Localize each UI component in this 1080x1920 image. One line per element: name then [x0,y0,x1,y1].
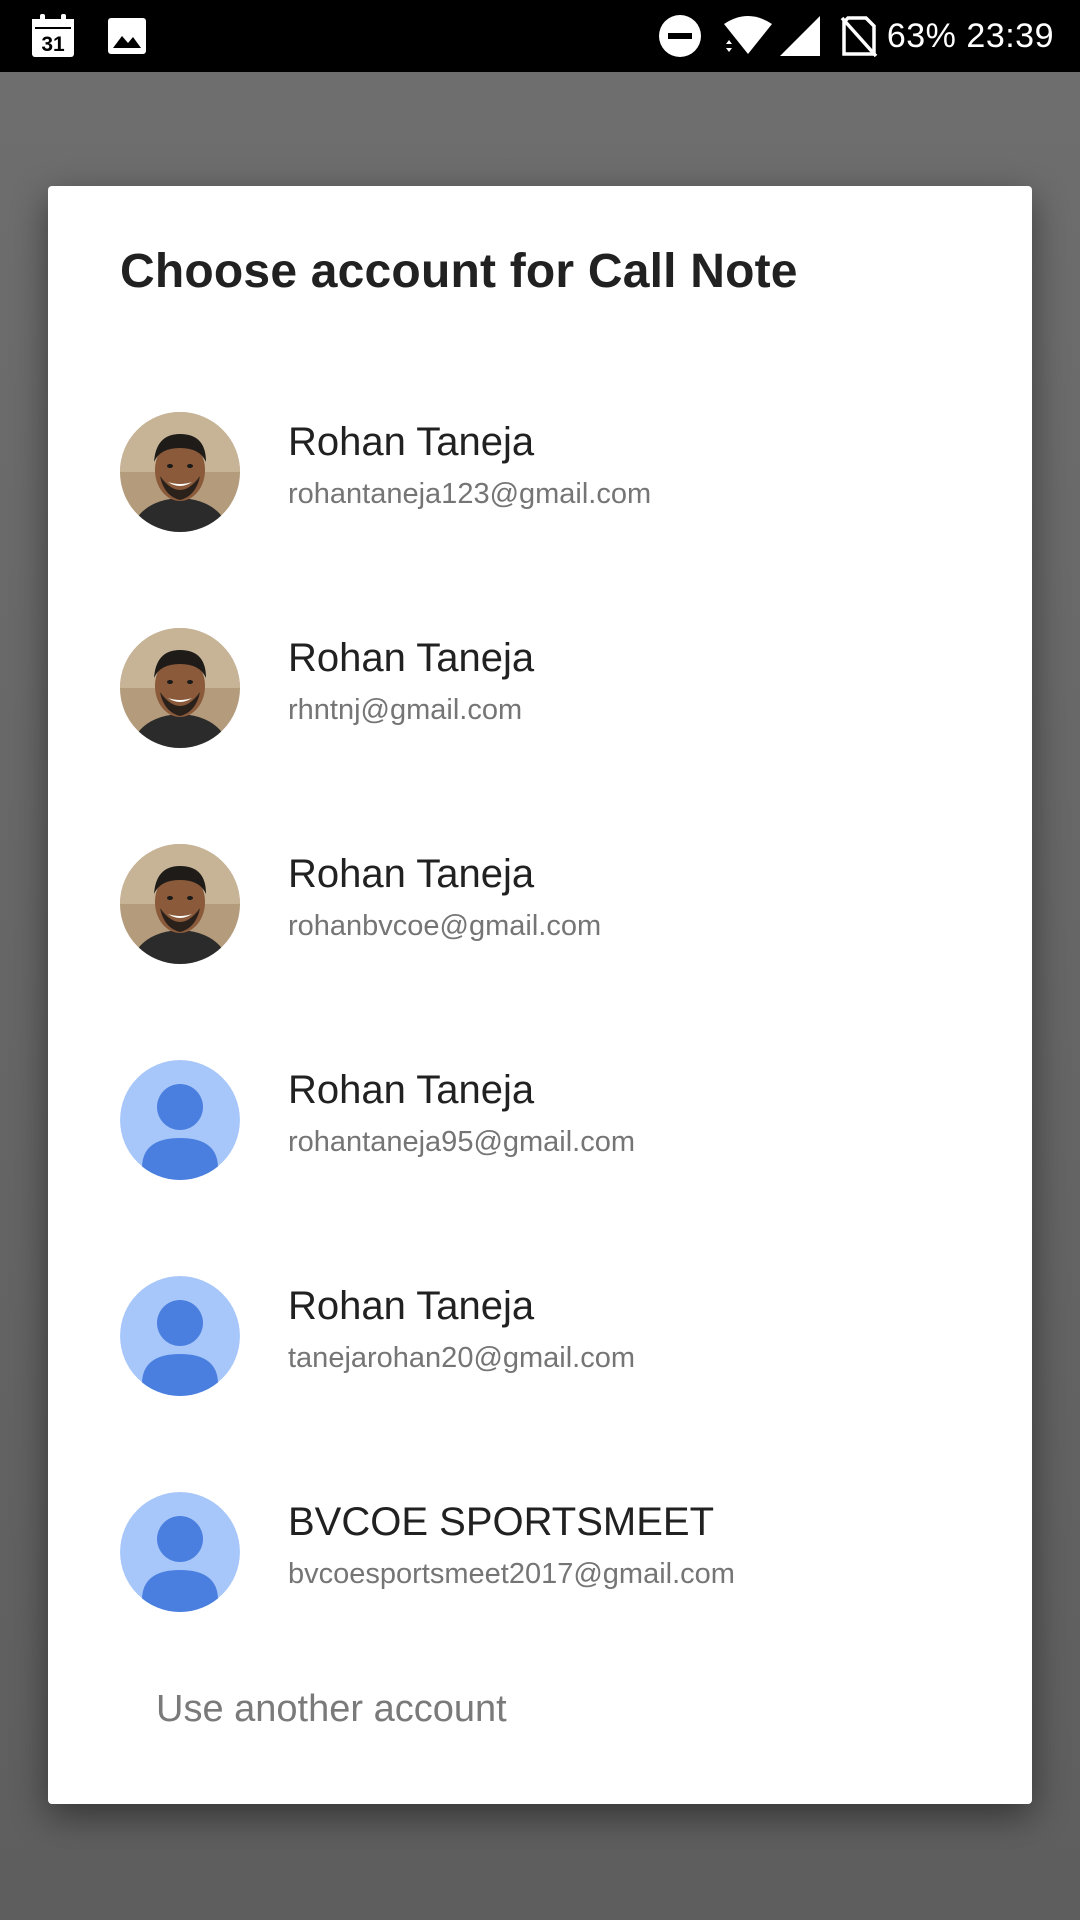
default-person-icon [120,1276,240,1396]
account-name: BVCOE SPORTSMEET [288,1500,715,1544]
account-item[interactable]: Rohan Taneja rohanbvcoe@gmail.com [48,798,1032,1014]
avatar-photo [120,628,240,748]
gallery-icon [104,0,150,72]
use-another-account-button[interactable]: Use another account [156,1688,507,1731]
avatar-photo [120,412,240,532]
account-email: rohantaneja95@gmail.com [288,1126,636,1158]
account-item[interactable]: Rohan Taneja rohantaneja95@gmail.com [48,1014,1032,1230]
account-item[interactable]: Rohan Taneja rohantaneja123@gmail.com [48,366,1032,582]
account-email: bvcoesportsmeet2017@gmail.com [288,1558,735,1590]
calendar-day-text: 31 [41,33,65,56]
status-bar: 31 63% 23:39 [0,0,1080,72]
do-not-disturb-icon [656,0,704,72]
clock: 23:39 [966,16,1054,55]
dialog-title: Choose account for Call Note [120,245,798,298]
account-email: rhntnj@gmail.com [288,694,523,726]
account-item[interactable]: Rohan Taneja rhntnj@gmail.com [48,582,1032,798]
account-list: Rohan Taneja rohantaneja123@gmail.com Ro… [48,366,1032,1662]
no-sim-icon [838,0,880,72]
default-person-icon [120,1060,240,1180]
account-name: Rohan Taneja [288,636,535,680]
account-name: Rohan Taneja [288,852,535,896]
status-text: 63% 23:39 [887,0,1054,72]
account-email: tanejarohan20@gmail.com [288,1342,636,1374]
default-person-icon [120,1492,240,1612]
account-name: Rohan Taneja [288,420,535,464]
account-email: rohanbvcoe@gmail.com [288,910,602,942]
signal-icon [776,0,824,72]
wifi-icon [720,0,776,72]
account-item[interactable]: BVCOE SPORTSMEET bvcoesportsmeet2017@gma… [48,1446,1032,1662]
battery-percentage: 63% [886,16,957,55]
account-name: Rohan Taneja [288,1068,535,1112]
account-name: Rohan Taneja [288,1284,535,1328]
account-chooser-dialog: Choose account for Call Note Rohan Tanej… [48,186,1032,1804]
account-item[interactable]: Rohan Taneja tanejarohan20@gmail.com [48,1230,1032,1446]
calendar-icon: 31 [28,0,78,72]
account-email: rohantaneja123@gmail.com [288,478,652,510]
avatar-photo [120,844,240,964]
